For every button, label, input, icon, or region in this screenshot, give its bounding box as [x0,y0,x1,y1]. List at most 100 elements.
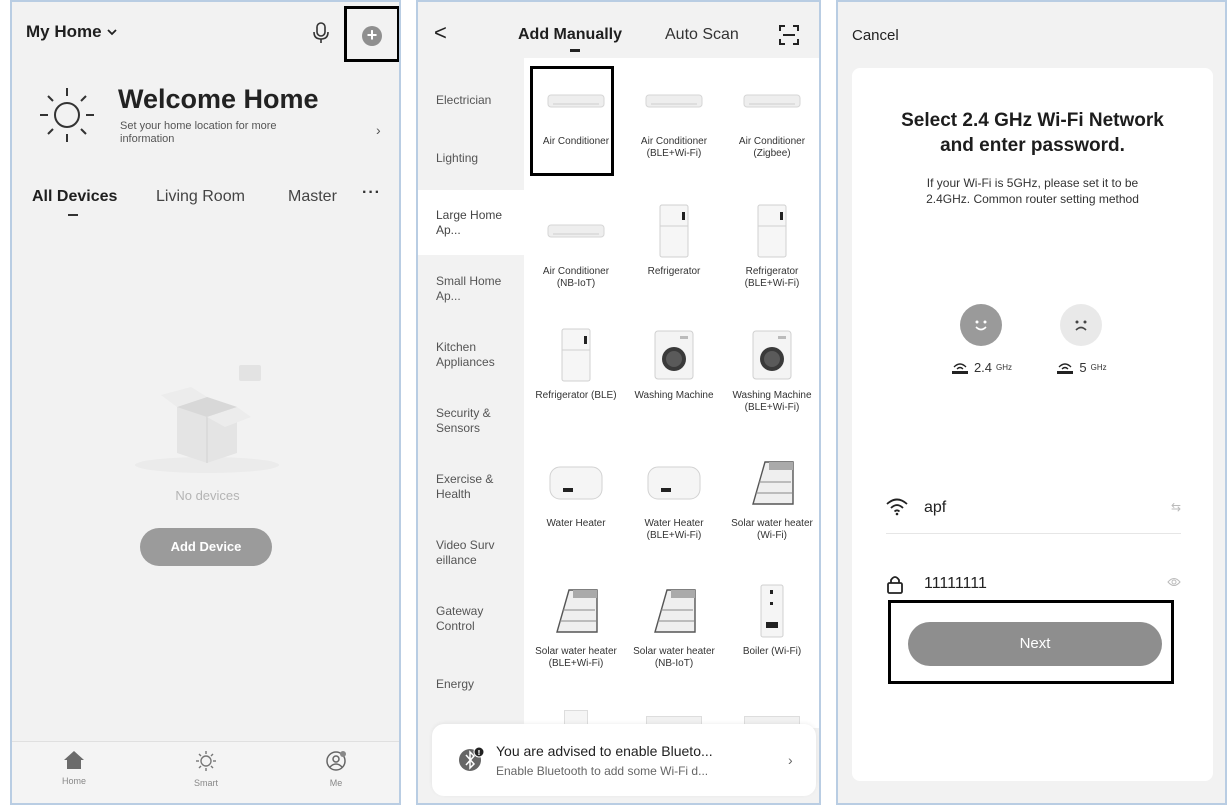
category-security-sensors[interactable]: Security & Sensors [418,388,524,453]
device-tile[interactable]: Air Conditioner (NB-IoT) [532,200,620,290]
empty-box-icon [135,365,279,473]
page-title: Select 2.4 GHz Wi-Fi Network and enter p… [901,110,1164,156]
device-tile[interactable]: Air Conditioner [532,70,620,148]
device-tile[interactable]: Solar water heater (NB-IoT) [630,580,718,670]
band-supported: 2.4 GHz [936,304,1026,375]
welcome-banner[interactable]: Welcome Home Set your home location for … [34,82,394,162]
device-name: Boiler (Wi-Fi) [742,646,802,657]
device-tile[interactable]: Air Conditioner (Zigbee) [728,70,816,160]
device-name: Washing Machine (BLE+Wi-Fi) [732,390,812,413]
device-tile[interactable]: Water Heater (BLE+Wi-Fi) [630,452,718,542]
band-good-value: 2.4 [973,360,993,375]
device-tile-partial [646,716,702,724]
device-tile[interactable]: Boiler (Wi-Fi) [728,580,816,658]
device-tile[interactable]: Water Heater [532,452,620,530]
tab-all-devices[interactable]: All Devices [32,188,117,206]
welcome-subtitle: Set your home location for more informat… [120,120,277,145]
back-button[interactable]: < [434,20,447,46]
device-tile[interactable]: Refrigerator [630,200,718,278]
device-name: Refrigerator (BLE+Wi-Fi) [744,266,800,289]
add-device-button[interactable]: Add Device [140,528,272,566]
device-name: Refrigerator (BLE) [535,390,617,401]
air-conditioner-icon [532,70,620,132]
microphone-icon[interactable] [312,22,330,44]
room-tabs: All Devices Living Room Master ··· [32,184,392,218]
category-kitchen-appliances[interactable]: Kitchen Appliances [418,322,524,387]
solar-water-heater-icon [630,580,718,642]
device-tile[interactable]: Refrigerator (BLE) [532,324,620,402]
device-tile[interactable]: Refrigerator (BLE+Wi-Fi) [728,200,816,290]
nav-home-label: Home [61,776,86,786]
sun-icon [40,88,94,142]
solar-water-heater-icon [532,580,620,642]
wifi-card: Select 2.4 GHz Wi-Fi Network and enter p… [852,68,1213,781]
add-circle-icon: + [362,26,382,46]
device-tile[interactable]: Washing Machine [630,324,718,402]
nav-smart-label: Smart [193,778,218,788]
scan-qr-icon[interactable] [778,24,800,46]
add-device-plus-button[interactable]: + [350,14,394,58]
bluetooth-icon: ! [459,746,485,771]
category-electrician[interactable]: Electrician [418,68,524,133]
device-tile[interactable]: Washing Machine (BLE+Wi-Fi) [728,324,816,414]
add-device-screen: < Add Manually Auto Scan Electrician Lig… [416,0,821,805]
more-tabs-button[interactable]: ··· [362,184,381,202]
boiler-icon [728,580,816,642]
empty-state-text: No devices [175,488,240,503]
show-password-icon[interactable] [1167,576,1181,590]
nav-me-label: Me [329,778,343,788]
category-energy[interactable]: Energy [418,652,524,717]
air-conditioner-icon [630,70,718,132]
smart-icon [196,751,216,771]
tab-master[interactable]: Master [288,188,337,206]
lock-icon [887,576,903,594]
category-lighting[interactable]: Lighting [418,126,524,191]
wifi-name-field[interactable]: apf ⇆ [886,484,1181,534]
switch-network-icon[interactable]: ⇆ [1171,500,1181,514]
cancel-button[interactable]: Cancel [852,27,899,44]
washing-machine-icon [728,324,816,386]
device-tile[interactable]: Solar water heater (BLE+Wi-Fi) [532,580,620,670]
chevron-right-icon: › [788,752,793,768]
wifi-setup-screen: Cancel Select 2.4 GHz Wi-Fi Network and … [836,0,1227,805]
category-exercise-health[interactable]: Exercise & Health [418,454,524,519]
tab-add-manually[interactable]: Add Manually [518,26,622,44]
router-icon [951,362,968,374]
category-large-home-appliances[interactable]: Large Home Ap... [418,190,524,255]
next-button[interactable]: Next [908,622,1162,666]
washing-machine-icon [630,324,718,386]
chevron-down-icon [106,29,117,36]
nav-smart[interactable]: Smart [166,750,246,788]
band-unsupported: 5 GHz [1036,304,1126,375]
category-video-surveillance[interactable]: Video Surv eillance [418,520,524,585]
category-gateway-control[interactable]: Gateway Control [418,586,524,651]
device-name: Water Heater (BLE+Wi-Fi) [644,518,704,541]
device-name: Refrigerator [647,266,701,277]
router-icon [1057,362,1074,374]
device-name: Washing Machine [634,390,714,401]
device-tile[interactable]: Air Conditioner (BLE+Wi-Fi) [630,70,718,160]
chevron-right-icon: › [376,122,381,138]
welcome-title: Welcome Home [118,84,319,114]
air-conditioner-icon [728,70,816,132]
nav-me[interactable]: Me [296,750,376,788]
sad-icon [1060,304,1102,346]
password-field[interactable]: 11111111 [886,560,1181,610]
nav-home[interactable]: Home [34,750,114,786]
device-tile[interactable]: Solar water heater (Wi-Fi) [728,452,816,542]
bluetooth-banner[interactable]: ! You are advised to enable Blueto... En… [432,724,816,796]
category-list: Electrician Lighting Large Home Ap... Sm… [418,68,524,718]
device-name: Air Conditioner (Zigbee) [738,136,806,159]
home-selector[interactable]: My Home [26,22,118,42]
device-name: Air Conditioner (BLE+Wi-Fi) [640,136,708,159]
home-screen: My Home + Welcome Home Set your home loc… [10,0,401,805]
device-name: Air Conditioner [542,136,610,147]
tab-auto-scan[interactable]: Auto Scan [665,26,739,44]
home-header: My Home + [12,2,399,62]
category-small-home-appliances[interactable]: Small Home Ap... [418,256,524,321]
band-bad-value: 5 [1079,360,1087,375]
solar-water-heater-icon [728,452,816,514]
refrigerator-icon [728,200,816,262]
air-conditioner-icon [532,200,620,262]
tab-living-room[interactable]: Living Room [156,188,245,206]
